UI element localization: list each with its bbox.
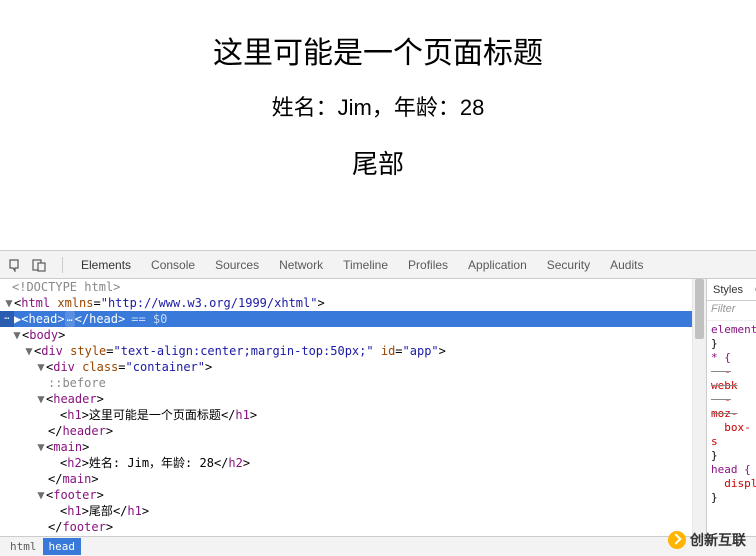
- dom-head-selected[interactable]: ⋯ ▶<head>…</head>== $0: [0, 311, 692, 327]
- dom-h2-info[interactable]: <h2>姓名: Jim，年龄: 28</h2>: [0, 455, 692, 471]
- page-info: 姓名：Jim，年龄：28: [0, 90, 756, 122]
- dom-header-open[interactable]: ▼<header>: [0, 391, 692, 407]
- tab-profiles[interactable]: Profiles: [398, 251, 458, 279]
- tab-sources[interactable]: Sources: [205, 251, 269, 279]
- tab-application[interactable]: Application: [458, 251, 537, 279]
- elements-tree[interactable]: <!DOCTYPE html> ▼<html xmlns="http://www…: [0, 279, 692, 536]
- rendered-page: 这里可能是一个页面标题 姓名：Jim，年龄：28 尾部: [0, 0, 756, 250]
- dom-div-container[interactable]: ▼<div class="container">: [0, 359, 692, 375]
- toolbar-separator: [62, 257, 63, 273]
- devtools-body: <!DOCTYPE html> ▼<html xmlns="http://www…: [0, 279, 756, 536]
- dom-html-open[interactable]: ▼<html xmlns="http://www.w3.org/1999/xht…: [0, 295, 692, 311]
- breadcrumb: html head: [0, 536, 756, 556]
- watermark: 创新互联: [668, 530, 746, 550]
- tab-elements[interactable]: Elements: [71, 251, 141, 279]
- crumb-head[interactable]: head: [43, 538, 82, 555]
- page-footer: 尾部: [0, 144, 756, 181]
- styles-tab-styles[interactable]: Styles: [707, 279, 749, 301]
- dom-h1-footer[interactable]: <h1>尾部</h1>: [0, 503, 692, 519]
- watermark-icon: [668, 531, 686, 549]
- elements-scrollbar[interactable]: [692, 279, 706, 536]
- dom-after[interactable]: ::after: [0, 535, 692, 536]
- dom-footer-close[interactable]: </footer>: [0, 519, 692, 535]
- tab-audits[interactable]: Audits: [600, 251, 653, 279]
- styles-rules[interactable]: element. } * { -webk -moz- box-s } head …: [707, 321, 756, 507]
- devtools-toolbar: Elements Console Sources Network Timelin…: [0, 251, 756, 279]
- styles-panel: Styles C Filter element. } * { -webk -mo…: [706, 279, 756, 536]
- dom-body-open[interactable]: ▼<body>: [0, 327, 692, 343]
- inspect-icon[interactable]: [6, 256, 24, 274]
- tab-security[interactable]: Security: [537, 251, 600, 279]
- dom-before[interactable]: ::before: [0, 375, 692, 391]
- dom-header-close[interactable]: </header>: [0, 423, 692, 439]
- tab-timeline[interactable]: Timeline: [333, 251, 398, 279]
- scrollbar-thumb[interactable]: [695, 279, 704, 339]
- tab-network[interactable]: Network: [269, 251, 333, 279]
- dom-main-close[interactable]: </main>: [0, 471, 692, 487]
- device-toggle-icon[interactable]: [30, 256, 48, 274]
- selection-gutter-icon: ⋯: [0, 311, 14, 327]
- watermark-text: 创新互联: [690, 530, 746, 550]
- tab-console[interactable]: Console: [141, 251, 205, 279]
- dom-main-open[interactable]: ▼<main>: [0, 439, 692, 455]
- styles-filter[interactable]: Filter: [707, 301, 756, 321]
- crumb-html[interactable]: html: [4, 538, 43, 555]
- dom-h1-title[interactable]: <h1>这里可能是一个页面标题</h1>: [0, 407, 692, 423]
- page-title: 这里可能是一个页面标题: [0, 28, 756, 72]
- dom-div-app[interactable]: ▼<div style="text-align:center;margin-to…: [0, 343, 692, 359]
- styles-tabs: Styles C: [707, 279, 756, 301]
- dom-footer-open[interactable]: ▼<footer>: [0, 487, 692, 503]
- dom-doctype[interactable]: <!DOCTYPE html>: [0, 279, 692, 295]
- devtools-panel: Elements Console Sources Network Timelin…: [0, 250, 756, 556]
- styles-tab-computed[interactable]: C: [749, 279, 756, 301]
